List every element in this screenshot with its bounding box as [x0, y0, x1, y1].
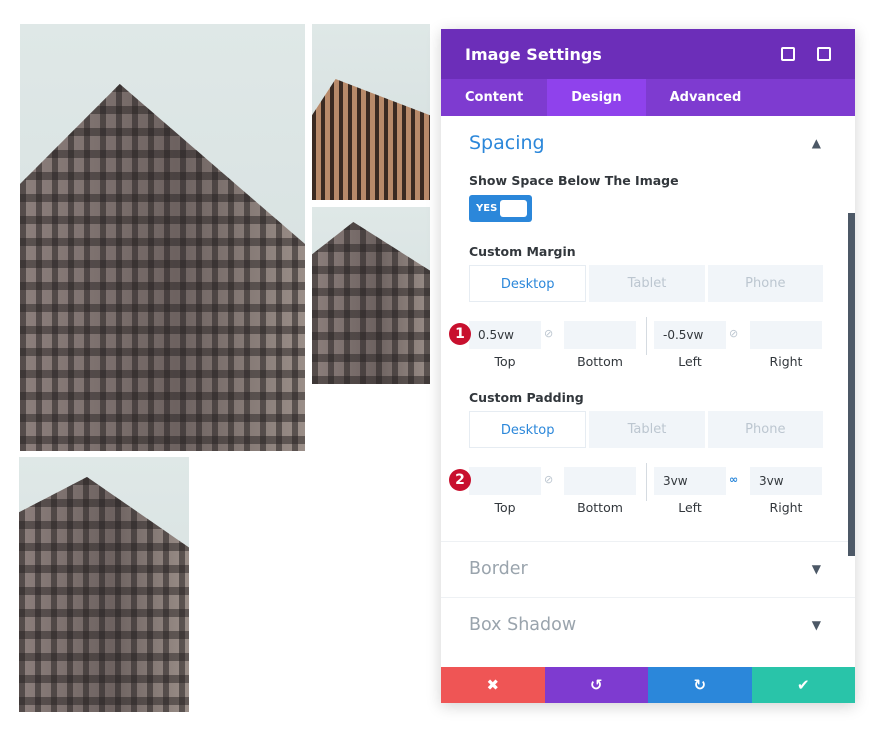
- chevron-down-icon[interactable]: ▼: [812, 618, 821, 632]
- margin-tab-phone[interactable]: Phone: [707, 265, 823, 302]
- margin-tab-tablet[interactable]: Tablet: [589, 265, 705, 302]
- show-space-toggle[interactable]: YES: [469, 195, 532, 222]
- padding-right-input[interactable]: [750, 467, 822, 495]
- caption-right: Right: [769, 500, 803, 515]
- panel-header: Image Settings: [441, 29, 855, 79]
- panel-tabs: Content Design Advanced: [441, 79, 855, 116]
- show-space-label: Show Space Below The Image: [469, 173, 679, 188]
- panel-body: Spacing ▲ Show Space Below The Image YES…: [441, 116, 855, 667]
- padding-tab-tablet[interactable]: Tablet: [589, 411, 705, 448]
- custom-padding-label: Custom Padding: [469, 390, 584, 405]
- padding-top-input[interactable]: [469, 467, 541, 495]
- undo-button[interactable]: ↺: [544, 667, 648, 703]
- margin-left-input[interactable]: [654, 321, 726, 349]
- margin-right-input[interactable]: [750, 321, 822, 349]
- tab-advanced[interactable]: Advanced: [646, 79, 766, 116]
- building-photo-4: [19, 457, 189, 712]
- building-photo-1: [20, 24, 305, 451]
- save-button[interactable]: ✔: [751, 667, 855, 703]
- caption-right: Right: [769, 354, 803, 369]
- box-shadow-section-title: Box Shadow: [469, 615, 577, 635]
- spacing-section-title[interactable]: Spacing: [469, 132, 545, 154]
- cancel-button[interactable]: ✖: [441, 667, 545, 703]
- padding-bottom-input[interactable]: [564, 467, 636, 495]
- margin-inputs: 1 ⊘ ⊘ Top Bottom Left Right: [441, 317, 855, 371]
- toggle-knob: [500, 200, 527, 217]
- chevron-up-icon[interactable]: ▲: [812, 136, 821, 150]
- unlink-icon[interactable]: ⊘: [544, 473, 553, 486]
- margin-device-tabs: Desktop Tablet Phone: [469, 265, 823, 302]
- sidebar-layout-icon[interactable]: [817, 47, 831, 61]
- padding-inputs: 2 ⊘ ∞ Top Bottom Left Right: [441, 463, 855, 517]
- building-photo-2: [312, 24, 430, 200]
- padding-left-input[interactable]: [654, 467, 726, 495]
- panel-footer: ✖ ↺ ↻ ✔: [441, 667, 855, 703]
- divider: [646, 317, 647, 355]
- margin-top-input[interactable]: [469, 321, 541, 349]
- toggle-label: YES: [476, 203, 498, 214]
- chevron-down-icon[interactable]: ▼: [812, 562, 821, 576]
- tab-design[interactable]: Design: [547, 79, 646, 116]
- padding-tab-desktop[interactable]: Desktop: [469, 411, 587, 448]
- padding-tab-phone[interactable]: Phone: [707, 411, 823, 448]
- border-section-title: Border: [469, 559, 528, 579]
- image-settings-panel: Image Settings Content Design Advanced S…: [441, 29, 855, 703]
- link-icon[interactable]: ∞: [729, 473, 738, 486]
- building-photo-3: [312, 207, 430, 384]
- box-shadow-section[interactable]: Box Shadow ▼: [441, 597, 855, 653]
- unlink-icon[interactable]: ⊘: [729, 327, 738, 340]
- scrollbar[interactable]: [848, 213, 855, 556]
- margin-bottom-input[interactable]: [564, 321, 636, 349]
- caption-bottom: Bottom: [577, 354, 623, 369]
- divider: [646, 463, 647, 501]
- caption-top: Top: [494, 500, 516, 515]
- fullscreen-icon[interactable]: [781, 47, 795, 61]
- unlink-icon[interactable]: ⊘: [544, 327, 553, 340]
- margin-tab-desktop[interactable]: Desktop: [469, 265, 587, 302]
- step-badge-2: 2: [449, 469, 471, 491]
- redo-button[interactable]: ↻: [648, 667, 752, 703]
- caption-bottom: Bottom: [577, 500, 623, 515]
- caption-top: Top: [494, 354, 516, 369]
- tab-content[interactable]: Content: [441, 79, 547, 116]
- caption-left: Left: [678, 354, 702, 369]
- step-badge-1: 1: [449, 323, 471, 345]
- border-section[interactable]: Border ▼: [441, 541, 855, 597]
- custom-margin-label: Custom Margin: [469, 244, 576, 259]
- padding-device-tabs: Desktop Tablet Phone: [469, 411, 823, 448]
- caption-left: Left: [678, 500, 702, 515]
- panel-title: Image Settings: [465, 44, 602, 64]
